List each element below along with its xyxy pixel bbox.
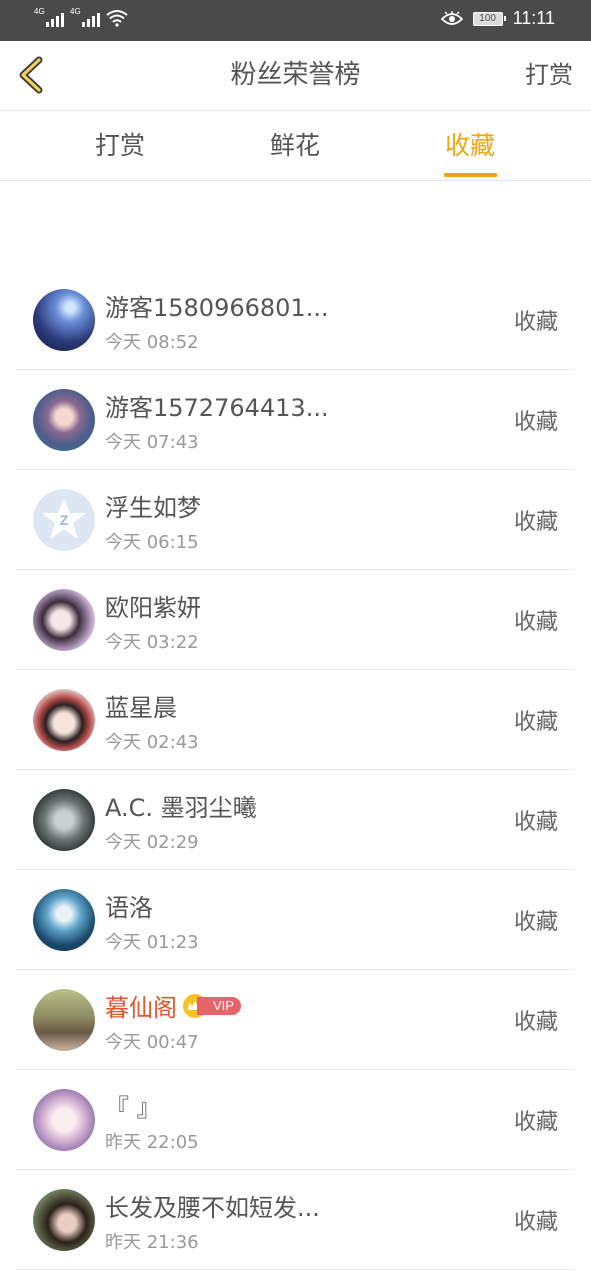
action-label: 收藏 [513, 910, 558, 935]
list-item[interactable]: 暮仙阁 VIP 今天 00:47 收藏 [16, 970, 574, 1070]
status-bar: 4G 4G 100 11:11 [0, 0, 591, 41]
user-name: 蓝星晨 [105, 694, 177, 722]
user-name: 游客1580966801... [105, 294, 329, 322]
active-tab-indicator [444, 173, 497, 177]
timestamp: 今天 08:52 [105, 332, 199, 353]
timestamp: 昨天 21:36 [105, 1232, 199, 1253]
action-label: 收藏 [513, 1210, 558, 1235]
avatar [33, 789, 95, 851]
timestamp: 今天 00:47 [105, 1032, 199, 1053]
status-icons-right: 100 11:11 [440, 8, 555, 29]
wifi-icon [106, 10, 128, 27]
user-name: 语洛 [105, 894, 153, 922]
list-item[interactable]: 游客1572764413... 今天 07:43 收藏 [16, 370, 574, 470]
vip-badge: VIP [197, 996, 241, 1015]
signal-icon: 4G [34, 7, 64, 27]
tab-bar: 打赏 鲜花 收藏 [0, 111, 591, 181]
list-item[interactable]: 游客1580966801... 今天 08:52 收藏 [16, 270, 574, 370]
action-label: 收藏 [513, 1010, 558, 1035]
list-item[interactable]: 蓝星晨 今天 02:43 收藏 [16, 670, 574, 770]
page-title: 粉丝荣誉榜 [230, 60, 361, 90]
tab-favorites[interactable]: 收藏 [410, 111, 530, 180]
user-name: 浮生如梦 [105, 494, 201, 522]
list-item[interactable]: 『 』 昨天 22:05 收藏 [16, 1070, 574, 1170]
user-name: 长发及腰不如短发... [105, 1194, 320, 1222]
user-name: 『 』 [105, 1094, 161, 1122]
svg-text:Z: Z [60, 512, 69, 528]
list-item[interactable]: A.C. 墨羽尘曦 今天 02:29 收藏 [16, 770, 574, 870]
user-name: A.C. 墨羽尘曦 [105, 794, 257, 822]
action-label: 收藏 [513, 610, 558, 635]
avatar [33, 989, 95, 1051]
user-name: 暮仙阁 [105, 994, 177, 1022]
list-item[interactable]: 欧阳紫妍 今天 03:22 收藏 [16, 570, 574, 670]
timestamp: 今天 01:23 [105, 932, 199, 953]
tab-reward[interactable]: 打赏 [60, 111, 180, 180]
default-avatar-icon: Z [42, 498, 86, 539]
timestamp: 今天 02:43 [105, 732, 199, 753]
avatar [33, 689, 95, 751]
user-name-vip: 暮仙阁 VIP [105, 988, 241, 1023]
action-label: 收藏 [513, 410, 558, 435]
avatar [33, 389, 95, 451]
list-item[interactable]: 长发及腰不如短发... 昨天 21:36 收藏 [16, 1170, 574, 1270]
avatar [33, 589, 95, 651]
user-name: 游客1572764413... [105, 394, 329, 422]
timestamp: 昨天 22:05 [105, 1132, 199, 1153]
avatar [33, 1189, 95, 1251]
action-label: 收藏 [513, 810, 558, 835]
battery-icon: 100 [472, 11, 506, 26]
avatar [33, 1089, 95, 1151]
signal-icon: 4G [70, 7, 100, 27]
action-label: 收藏 [513, 310, 558, 335]
reward-button[interactable]: 打赏 [525, 41, 573, 110]
action-label: 收藏 [513, 710, 558, 735]
fan-list: 游客1580966801... 今天 08:52 收藏 游客1572764413… [16, 270, 574, 1270]
avatar: Z [33, 489, 95, 551]
network-type-label: 4G [70, 7, 81, 16]
network-type-label: 4G [34, 7, 45, 16]
status-icons-left: 4G 4G [34, 7, 128, 27]
timestamp: 今天 03:22 [105, 632, 199, 653]
avatar [33, 289, 95, 351]
list-item[interactable]: 语洛 今天 01:23 收藏 [16, 870, 574, 970]
timestamp: 今天 02:29 [105, 832, 199, 853]
timestamp: 今天 06:15 [105, 532, 199, 553]
user-name: 欧阳紫妍 [105, 594, 201, 622]
clock: 11:11 [512, 8, 555, 28]
nav-bar: 粉丝荣誉榜 打赏 [0, 41, 591, 111]
action-label: 收藏 [513, 1110, 558, 1135]
list-item[interactable]: Z 浮生如梦 今天 06:15 收藏 [16, 470, 574, 570]
avatar [33, 889, 95, 951]
tab-flowers[interactable]: 鲜花 [235, 111, 355, 180]
eye-icon [440, 10, 463, 25]
timestamp: 今天 07:43 [105, 432, 199, 453]
action-label: 收藏 [513, 510, 558, 535]
